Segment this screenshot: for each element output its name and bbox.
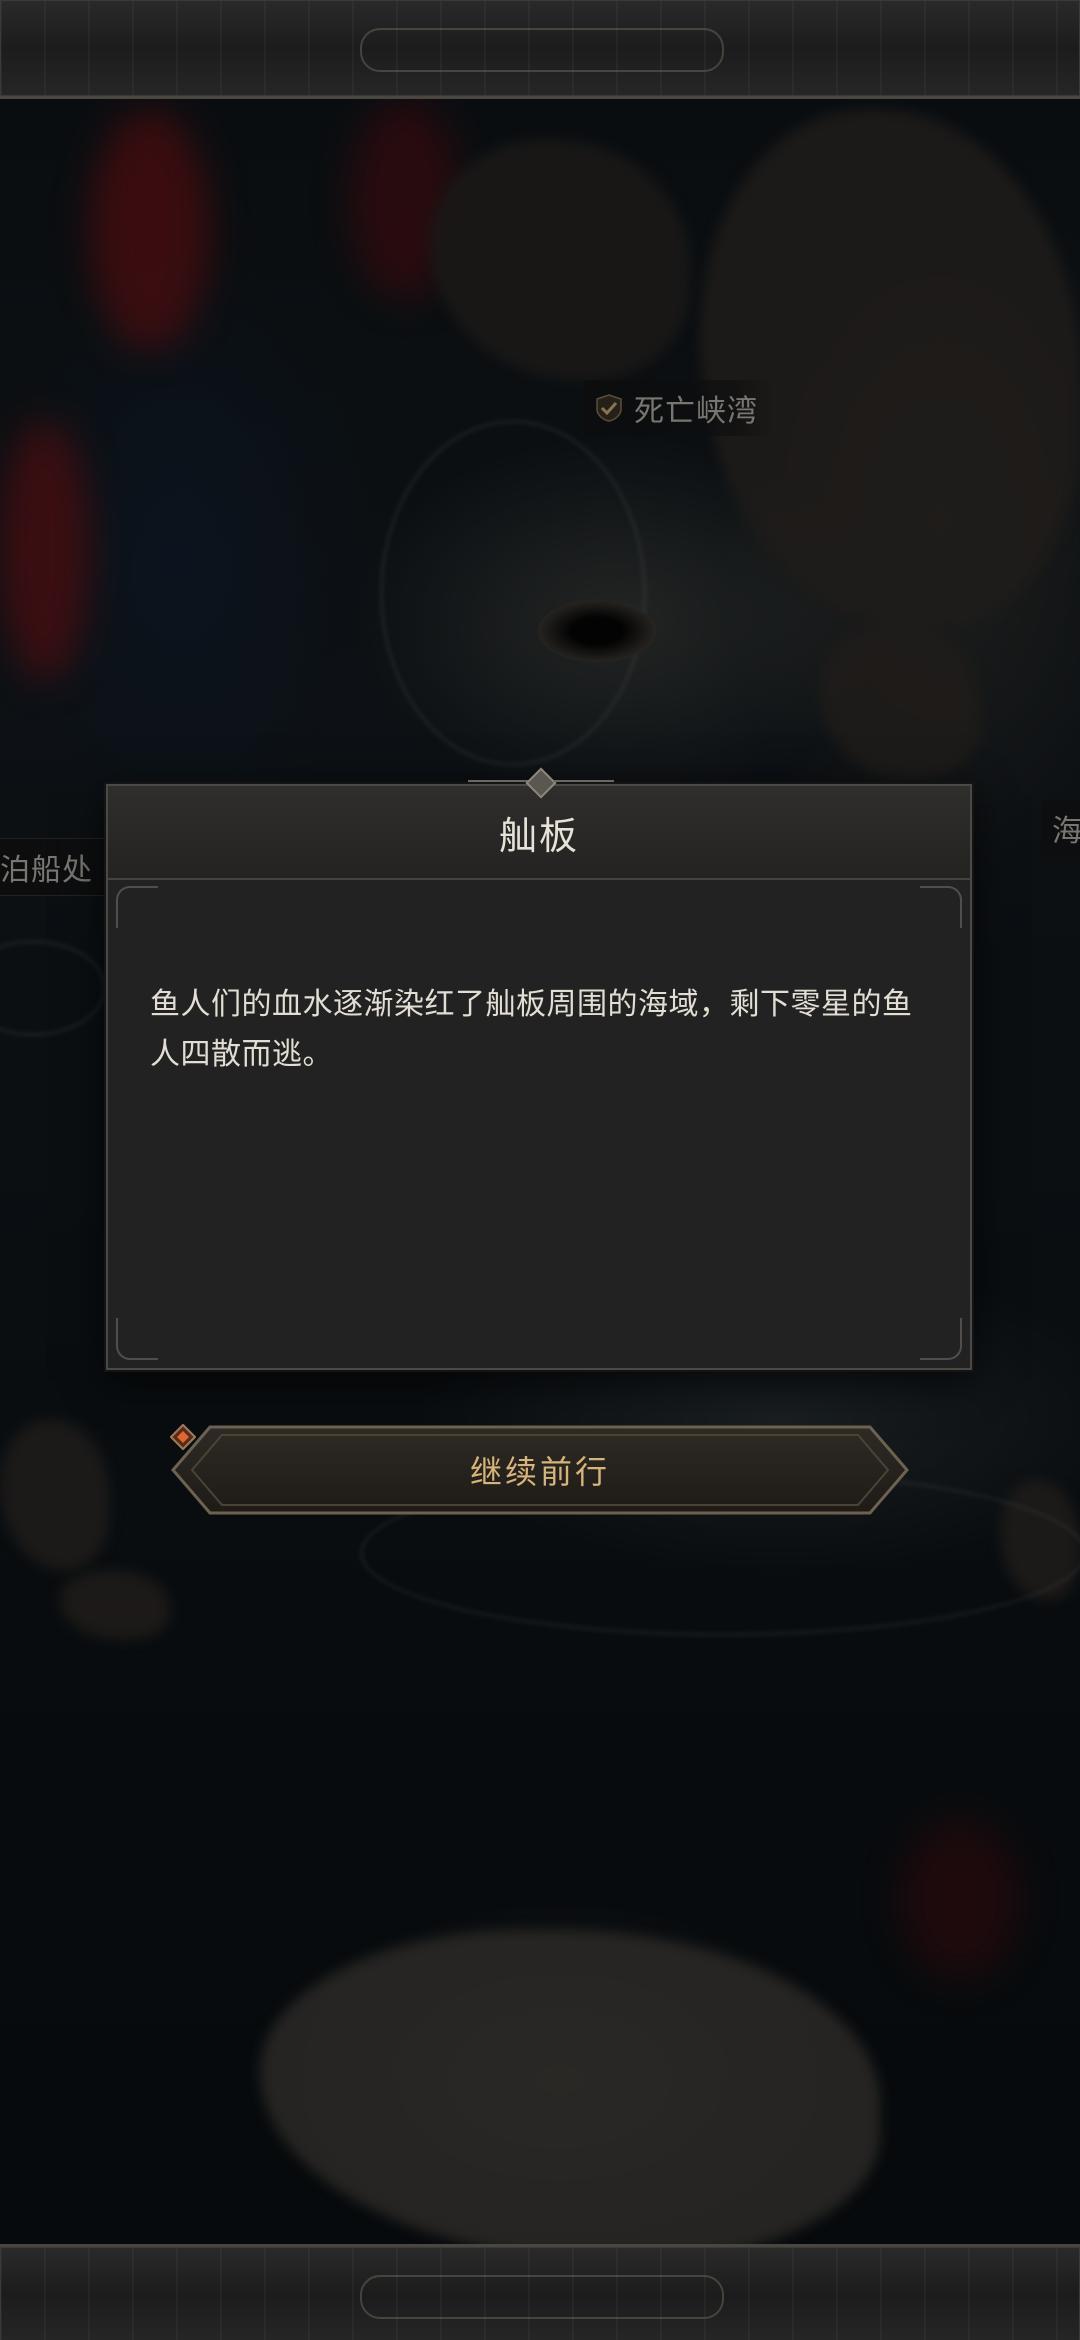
frame-ornament [360,2275,724,2319]
dialog-header: 舢板 [108,767,970,880]
header-ornament-line [468,780,528,782]
corner-ornament [920,886,962,928]
continue-button-label: 继续前行 [469,1453,610,1491]
screen: 死亡峡湾 泊船处 海 舢板 鱼人们的血水逐渐染红了舢板周围的海域，剩下零星的鱼人… [0,0,1080,2340]
event-dialog: 舢板 鱼人们的血水逐渐染红了舢板周围的海域，剩下零星的鱼人四散而逃。 [106,767,972,1370]
corner-ornament [116,886,158,928]
frame-ornament [360,28,724,72]
dialog-body-text: 鱼人们的血水逐渐染红了舢板周围的海域，剩下零星的鱼人四散而逃。 [150,987,913,1072]
dialog-title: 舢板 [498,813,579,858]
top-frame [0,0,1080,99]
corner-ornament [116,1318,158,1360]
corner-ornament [920,1318,962,1360]
continue-button[interactable]: 继续前行 [170,1424,910,1516]
header-ornament-line [554,780,614,782]
bottom-frame [0,2244,1080,2340]
